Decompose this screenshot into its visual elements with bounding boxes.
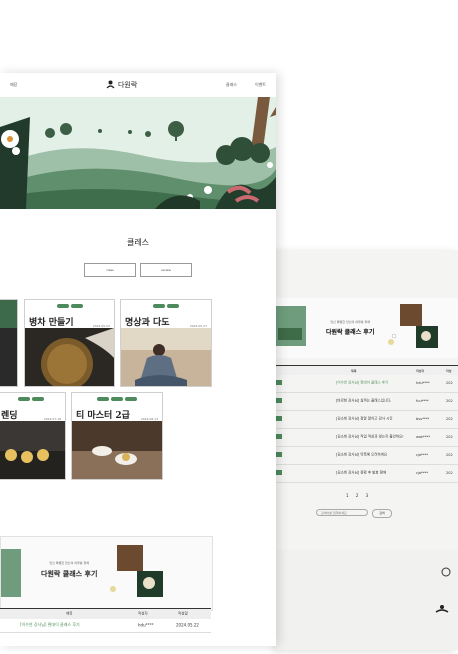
banner-title: 다원락 클래스 후기 bbox=[326, 329, 375, 336]
column-date: 작성일 bbox=[178, 611, 188, 616]
class-card[interactable]: 명상과 다도 2024.05.27 bbox=[120, 299, 212, 387]
column-title: 제목 bbox=[351, 368, 357, 373]
table-row[interactable]: [김소희 강사님] 정말 알차고 감사 시간 bsu**** 202 bbox=[276, 410, 458, 429]
nav-item-event[interactable]: 이벤트 bbox=[255, 82, 266, 88]
row-author: bsu**** bbox=[416, 417, 430, 421]
class-card[interactable]: 티 마스터 2급 2024.08.13 bbox=[71, 392, 163, 480]
class-card[interactable]: 렌딩 2024.07.18 bbox=[0, 392, 66, 480]
footer bbox=[276, 550, 458, 650]
table-row[interactable]: [이수연 강사님] 편데이 클래스 후기 hdu**** 2024.05.22 bbox=[0, 618, 211, 633]
section-title: 클레스 bbox=[126, 238, 150, 247]
card-tags bbox=[72, 397, 162, 401]
card-tags bbox=[25, 304, 114, 308]
card-title: 명상과 다도 bbox=[125, 318, 170, 328]
table-row[interactable]: [김소희 강사님] 직업 적성과 맞는지 불안하요! wok**** 202 bbox=[276, 428, 458, 447]
row-author: hdu**** bbox=[138, 622, 154, 628]
row-author: wok**** bbox=[416, 435, 431, 439]
top-nav: 매장 다원락 클래스 이벤트 bbox=[0, 73, 276, 97]
class-card[interactable]: 병차 만들기 2024.05.22 bbox=[24, 299, 115, 387]
table-row[interactable]: [김소희 강사님] 정확 후 발효 함께 cja**** 202 bbox=[276, 464, 458, 483]
logo-text: 다원락 bbox=[117, 81, 138, 89]
row-date: 202 bbox=[446, 471, 453, 475]
logo-icon bbox=[106, 80, 115, 89]
row-date: 202 bbox=[446, 435, 453, 439]
row-title[interactable]: [이수연 강사님] 편데이 클래스 후기 bbox=[336, 381, 388, 386]
card-image bbox=[25, 328, 114, 386]
review-banner: 당신 특별한 당신의 하루를 위해 다원락 클래스 후기 bbox=[0, 536, 213, 611]
column-title: 제목 bbox=[66, 611, 73, 616]
row-date: 2024.05.22 bbox=[176, 622, 199, 628]
card-title: 티 마스터 2급 bbox=[76, 411, 130, 421]
row-date: 202 bbox=[446, 453, 453, 457]
row-author: hdu**** bbox=[416, 381, 430, 385]
card-tags bbox=[121, 304, 211, 308]
class-page: 매장 다원락 클래스 이벤트 클레스 class review 병차 만들기 2… bbox=[0, 73, 276, 646]
table-row[interactable]: [이수연 강사님] 편데이 클래스 후기 hdu**** 202 bbox=[276, 374, 458, 393]
row-title[interactable]: [바로현 강사님] 살까는 클래스입니다. bbox=[336, 399, 391, 404]
search-button[interactable]: 검색 bbox=[372, 509, 392, 518]
category-badge bbox=[276, 470, 282, 475]
review-banner: 당신 특별한 당신의 하루를 위해 다원락 클래스 후기 bbox=[276, 298, 458, 358]
card-image bbox=[121, 328, 211, 386]
banner-subtitle: 당신 특별한 당신의 하루를 위해 bbox=[49, 561, 90, 565]
table-row[interactable]: [바로현 강사님] 살까는 클래스입니다. fuu**** 202 bbox=[276, 392, 458, 411]
row-date: 202 bbox=[446, 381, 453, 385]
table-row[interactable]: [김소희 강사님] 뒤쪽에 오려하게요 cja**** 202 bbox=[276, 446, 458, 465]
card-tags bbox=[0, 397, 65, 401]
footer-logo bbox=[435, 567, 451, 613]
card-image bbox=[0, 421, 65, 479]
row-title[interactable]: [김소희 강사님] 뒤쪽에 오려하게요 bbox=[336, 453, 387, 458]
class-card-grid: 병차 만들기 2024.05.22 명상과 다도 2024.05.27 렌딩 2… bbox=[0, 299, 276, 499]
filter-review-button[interactable]: review bbox=[140, 263, 192, 277]
column-author: 작성자 bbox=[416, 368, 425, 373]
nav-item-class[interactable]: 클래스 bbox=[226, 82, 237, 88]
row-title[interactable]: [김소희 강사님] 정말 알차고 감사 시간 bbox=[336, 417, 393, 422]
row-author: cja**** bbox=[416, 453, 429, 457]
card-title: 렌딩 bbox=[1, 411, 18, 421]
card-image bbox=[72, 421, 162, 479]
review-page: 당신 특별한 당신의 하루를 위해 다원락 클래스 후기 제목 작성자 작성 [… bbox=[276, 250, 458, 650]
banner-illustration bbox=[1, 545, 163, 597]
category-badge bbox=[276, 398, 282, 403]
filter-class-button[interactable]: class bbox=[84, 263, 136, 277]
banner-title: 다원락 클래스 후기 bbox=[41, 570, 98, 578]
card-title: 병차 만들기 bbox=[29, 318, 74, 328]
category-badge bbox=[276, 452, 282, 457]
category-badge bbox=[276, 380, 282, 385]
search-input[interactable]: 검색어를 입력하세요 bbox=[316, 509, 368, 516]
category-badge bbox=[276, 416, 282, 421]
row-author: fuu**** bbox=[416, 399, 429, 403]
filter-bar: class review bbox=[0, 263, 276, 277]
hero-illustration bbox=[0, 97, 276, 209]
row-date: 202 bbox=[446, 399, 453, 403]
row-date: 202 bbox=[446, 417, 453, 421]
row-author: cja**** bbox=[416, 471, 429, 475]
category-badge bbox=[276, 434, 282, 439]
class-card-partial[interactable] bbox=[0, 299, 18, 387]
column-date: 작성 bbox=[446, 368, 452, 373]
banner-subtitle: 당신 특별한 당신의 하루를 위해 bbox=[330, 320, 371, 324]
row-title[interactable]: [이수연 강사님] 편데이 클래스 후기 bbox=[20, 622, 80, 628]
pagination[interactable]: 1 2 3 bbox=[346, 493, 371, 498]
column-author: 작성자 bbox=[138, 611, 148, 616]
row-title[interactable]: [김소희 강사님] 정확 후 발효 함께 bbox=[336, 471, 386, 476]
nav-item-store[interactable]: 매장 bbox=[10, 82, 17, 88]
row-title[interactable]: [김소희 강사님] 직업 적성과 맞는지 불안하요! bbox=[336, 435, 404, 440]
site-logo[interactable]: 다원락 bbox=[106, 80, 137, 90]
